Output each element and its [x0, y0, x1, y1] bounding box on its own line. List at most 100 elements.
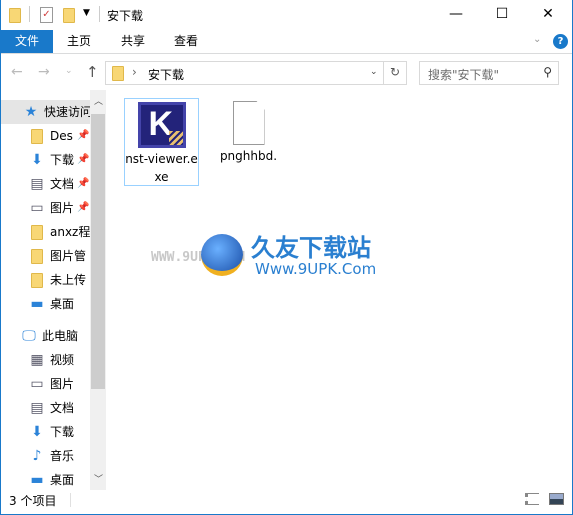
new-folder-icon[interactable]	[63, 8, 75, 23]
watermark-url: Www.9UPK.Com	[255, 260, 377, 278]
recent-locations-chevron-icon[interactable]: ⌄	[65, 66, 73, 76]
help-icon[interactable]: ?	[553, 34, 568, 49]
ribbon: 文件 主页 共享 查看 ⌄ ?	[1, 30, 572, 54]
divider	[70, 493, 71, 507]
watermark: WWW.9UPK.COM 久友下载站 Www.9UPK.Com	[151, 222, 391, 292]
divider	[99, 6, 100, 22]
up-arrow-icon[interactable]: ↑	[86, 63, 99, 81]
file-name: pnghhbd.	[219, 149, 278, 163]
sidebar-item-label: 图片	[50, 201, 75, 215]
sidebar-item-label: 下载	[50, 153, 75, 167]
search-icon[interactable]: ⚲	[543, 65, 552, 79]
tab-file[interactable]: 文件	[1, 30, 53, 53]
folder-icon	[9, 8, 21, 23]
sidebar-item[interactable]: anxz程	[1, 220, 90, 244]
navigation-pane: ★ 快速访问 Des 📌 ⬇ 下载 📌 ▤ 文档 📌 ▭ 图片 📌 anxz程 图片管 未上传 ▬ 桌面 🖵 此电脑 ▦…	[1, 98, 90, 490]
minimize-button[interactable]: —	[433, 0, 479, 28]
refresh-icon[interactable]: ↻	[390, 65, 400, 79]
sidebar-item[interactable]: Des 📌	[1, 124, 90, 148]
tab-view[interactable]: 查看	[166, 30, 206, 53]
desktop-icon: ▬	[30, 296, 44, 312]
sidebar-item-label: 桌面	[50, 297, 75, 311]
scroll-down-icon[interactable]: ﹀	[94, 472, 103, 485]
sidebar-item[interactable]: ♪ 音乐	[1, 444, 90, 468]
pin-icon: 📌	[77, 130, 90, 141]
sidebar-item[interactable]: ▦ 视频	[1, 348, 90, 372]
pc-icon: 🖵	[22, 328, 36, 344]
tab-home[interactable]: 主页	[59, 30, 99, 53]
folder-icon	[29, 272, 45, 288]
tab-share[interactable]: 共享	[113, 30, 153, 53]
sidebar-item-label: 视频	[50, 353, 75, 367]
sidebar-item-label: 文档	[50, 401, 75, 415]
music-icon: ♪	[32, 448, 42, 464]
sidebar-item-label: 音乐	[50, 449, 75, 463]
sidebar-item[interactable]: ▤ 文档 📌	[1, 172, 90, 196]
scroll-up-icon[interactable]: ︿	[94, 94, 103, 107]
sidebar-item[interactable]: ▭ 图片 📌	[1, 196, 90, 220]
pin-icon: 📌	[77, 154, 90, 165]
sidebar-item[interactable]: 🖵 此电脑	[1, 324, 90, 348]
expand-ribbon-chevron-icon[interactable]: ⌄	[533, 34, 541, 45]
desktop-icon: ▬	[30, 472, 44, 488]
breadcrumb-item[interactable]: 安下载	[148, 66, 184, 83]
address-dropdown-chevron-icon[interactable]: ⌄	[370, 67, 378, 77]
sidebar-item[interactable]: ⬇ 下载 📌	[1, 148, 90, 172]
sidebar-item[interactable]: ⬇ 下载	[1, 420, 90, 444]
sidebar-item[interactable]: 未上传	[1, 268, 90, 292]
file-item[interactable]: K nst-viewer.exe	[124, 98, 199, 186]
title-bar: ✓ ▼ 安下载 — ☐ ✕	[1, 0, 572, 30]
divider	[383, 62, 384, 84]
sidebar-item-label: 图片	[50, 377, 75, 391]
address-bar[interactable]: › 安下载 ⌄ ↻	[105, 61, 407, 85]
download-icon: ⬇	[31, 152, 43, 168]
watermark-brand: 久友下载站	[251, 234, 371, 262]
star-icon: ★	[24, 104, 38, 120]
logo-icon	[201, 234, 243, 276]
search-placeholder: 搜索"安下载"	[428, 68, 500, 82]
sidebar-item[interactable]: ▭ 图片	[1, 372, 90, 396]
sidebar-item[interactable]: 图片管	[1, 244, 90, 268]
details-view-icon[interactable]	[525, 493, 539, 505]
app-k-icon: K	[137, 102, 186, 148]
file-name: nst-viewer.exe	[125, 152, 198, 184]
document-icon: ▤	[30, 176, 44, 192]
folder-icon	[29, 224, 45, 240]
folder-icon	[29, 128, 45, 144]
download-icon: ⬇	[31, 424, 43, 440]
blank-file-icon	[232, 101, 265, 145]
picture-icon: ▭	[30, 376, 44, 392]
sidebar-item-label: 桌面	[50, 473, 75, 487]
sidebar-item-label: 下载	[50, 425, 75, 439]
back-arrow-icon[interactable]: ←	[11, 64, 23, 80]
status-bar: 3 个项目	[1, 490, 572, 510]
pin-icon: 📌	[77, 178, 90, 189]
divider	[29, 6, 30, 22]
forward-arrow-icon[interactable]: →	[38, 64, 50, 80]
scrollbar-thumb[interactable]	[91, 114, 105, 389]
search-input[interactable]: 搜索"安下载" ⚲	[419, 61, 559, 85]
large-icons-view-icon[interactable]	[549, 493, 564, 505]
file-item[interactable]: pnghhbd.	[211, 98, 286, 186]
breadcrumb-separator-icon: ›	[132, 65, 137, 79]
sidebar-item-label: 此电脑	[42, 329, 79, 343]
sidebar-item-label: 文档	[50, 177, 75, 191]
maximize-button[interactable]: ☐	[479, 0, 525, 28]
sidebar-item-label: 快速访问	[44, 105, 90, 119]
sidebar-item[interactable]: ★ 快速访问	[1, 100, 90, 124]
document-icon: ▤	[30, 400, 44, 416]
picture-icon: ▭	[30, 200, 44, 216]
sidebar-item[interactable]: ▤ 文档	[1, 396, 90, 420]
folder-icon	[112, 66, 124, 81]
sidebar-item[interactable]: ▬ 桌面	[1, 468, 90, 490]
sidebar-item[interactable]: ▬ 桌面	[1, 292, 90, 316]
item-count: 3 个项目	[9, 494, 57, 508]
window-title: 安下载	[107, 9, 144, 23]
properties-icon[interactable]: ✓	[40, 7, 53, 23]
sidebar-item-label: 未上传	[50, 273, 87, 287]
pin-icon: 📌	[77, 202, 90, 213]
customize-toolbar-chevron-icon[interactable]: ▼	[83, 8, 90, 18]
sidebar-item-label: Des	[50, 129, 73, 143]
sidebar-item-label: 图片管	[50, 249, 87, 263]
close-button[interactable]: ✕	[525, 0, 571, 28]
